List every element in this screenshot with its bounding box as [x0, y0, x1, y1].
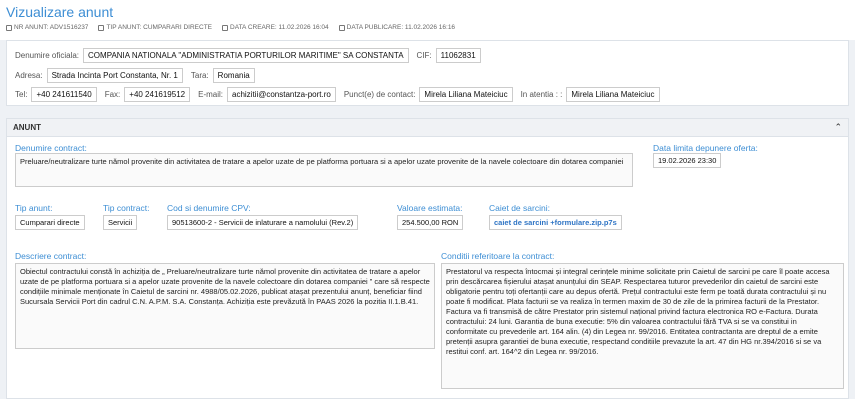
announcement-meta: NR ANUNT: ADV1516237 TIP ANUNT: CUMPARAR… — [6, 24, 455, 31]
contact-label: Punct(e) de contact: — [343, 90, 416, 99]
description-label: Descriere contract: — [15, 251, 87, 261]
authority-name-field: COMPANIA NATIONALA "ADMINISTRATIA PORTUR… — [83, 48, 409, 63]
calendar-icon — [338, 24, 345, 31]
meta-nr-anunt: NR ANUNT: ADV1516237 — [6, 24, 88, 31]
email-label: E-mail: — [198, 90, 223, 99]
tip-anunt-label: Tip anunt: — [15, 203, 53, 213]
conditions-field: Prestatorul va respecta întocmai și inte… — [441, 263, 844, 389]
meta-label: DATA CREARE: 11.02.2026 16:04 — [230, 24, 329, 31]
section-title: ANUNT — [13, 123, 41, 132]
caiet-download-link[interactable]: caiet de sarcini +formulare.zip.p7s — [489, 215, 622, 230]
attention-field: Mirela Liliana Mateiciuc — [566, 87, 660, 102]
tag-icon — [6, 24, 12, 31]
tip-contract-field: Servicii — [103, 215, 138, 230]
deadline-field: 19.02.2026 23:30 — [653, 153, 722, 168]
address-label: Adresa: — [15, 71, 43, 80]
calendar-icon — [222, 24, 229, 31]
fax-label: Fax: — [104, 90, 121, 99]
cpv-field: 90513600-2 - Servicii de inlaturare a na… — [167, 215, 359, 230]
address-field: Strada Incinta Port Constanta, Nr. 1 — [46, 68, 183, 83]
cpv-label: Cod si denumire CPV: — [167, 203, 251, 213]
anunt-section: ANUNT ⌃ Denumire contract: Preluare/neut… — [6, 118, 849, 399]
authority-contact-row: Tel: +40 241611540 Fax: +40 241619512 E-… — [15, 87, 668, 102]
description-field: Obiectul contractului constă în achiziți… — [15, 263, 435, 349]
meta-tip-anunt: TIP ANUNT: CUMPARARI DIRECTE — [98, 24, 212, 31]
contracting-authority-panel: Denumire oficiala: COMPANIA NATIONALA "A… — [6, 40, 849, 106]
attention-label: In atentia : : — [520, 90, 563, 99]
caiet-label: Caiet de sarcini: — [489, 203, 550, 213]
value-currency: RON — [441, 218, 459, 227]
meta-data-creare: DATA CREARE: 11.02.2026 16:04 — [222, 24, 329, 31]
value-label: Valoare estimata: — [397, 203, 463, 213]
value-field: 254.500,00 RON — [397, 215, 464, 230]
country-field: Romania — [212, 68, 255, 83]
meta-label: DATA PUBLICARE: 11.02.2026 16:16 — [346, 24, 456, 31]
page-header: Vizualizare anunt NR ANUNT: ADV1516237 T… — [0, 0, 855, 40]
tip-anunt-field: Cumparari directe — [15, 215, 85, 230]
anunt-section-header[interactable]: ANUNT ⌃ — [7, 119, 848, 137]
country-label: Tara: — [190, 71, 209, 80]
authority-address-row: Adresa: Strada Incinta Port Constanta, N… — [15, 68, 263, 83]
deadline-label: Data limita depunere oferta: — [653, 143, 758, 153]
fax-field: +40 241619512 — [124, 87, 191, 102]
cif-label: CIF: — [416, 51, 432, 60]
meta-data-publicare: DATA PUBLICARE: 11.02.2026 16:16 — [338, 24, 456, 31]
name-label: Denumire oficiala: — [15, 51, 80, 60]
tel-field: +40 241611540 — [31, 87, 97, 102]
contact-field: Mirela Liliana Mateiciuc — [419, 87, 513, 102]
tel-label: Tel: — [15, 90, 28, 99]
contract-name-label: Denumire contract: — [15, 143, 87, 153]
chevron-up-icon[interactable]: ⌃ — [834, 122, 842, 133]
meta-label: TIP ANUNT: CUMPARARI DIRECTE — [106, 24, 213, 31]
page-title: Vizualizare anunt — [6, 4, 114, 20]
conditions-label: Conditii referitoare la contract: — [441, 251, 555, 261]
contract-name-field: Preluare/neutralizare turte nămol proven… — [15, 153, 633, 187]
email-field: achizitii@constantza-port.ro — [227, 87, 336, 102]
meta-label: NR ANUNT: ADV1516237 — [14, 24, 89, 31]
tip-contract-label: Tip contract: — [103, 203, 150, 213]
value-amount: 254.500,00 — [402, 218, 440, 227]
tag-icon — [98, 24, 105, 31]
cif-field: 11062831 — [435, 48, 481, 63]
authority-name-row: Denumire oficiala: COMPANIA NATIONALA "A… — [15, 48, 489, 63]
